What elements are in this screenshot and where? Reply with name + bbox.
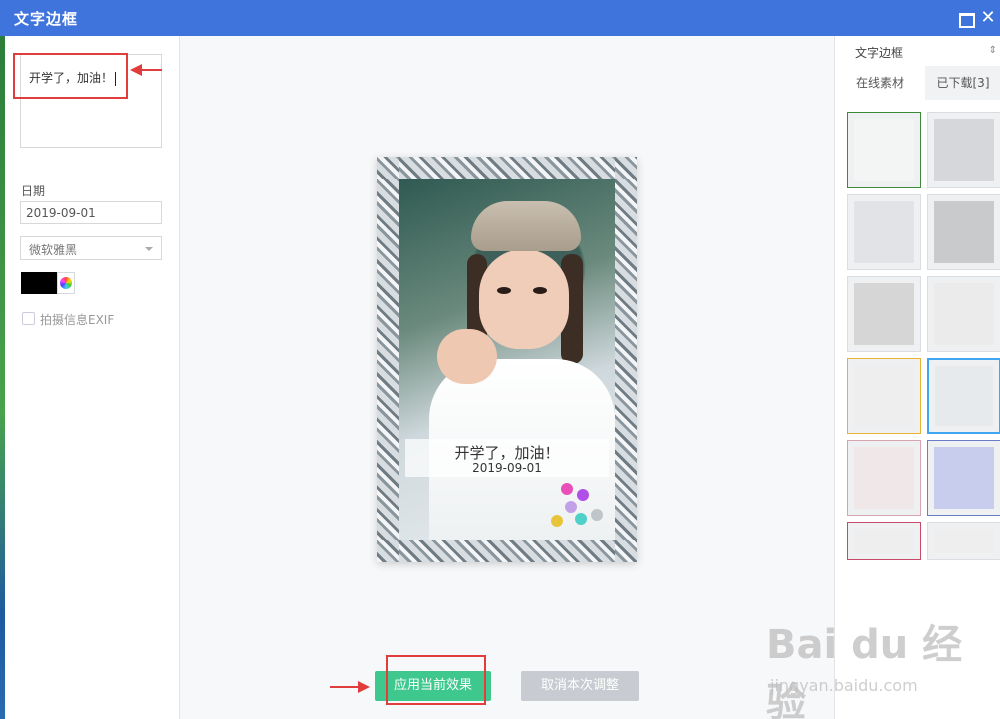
frame-thumbnail[interactable]	[927, 112, 1000, 188]
frame-thumbnail[interactable]	[847, 194, 921, 270]
gem-decoration	[551, 479, 607, 529]
settings-panel: 开学了，加油！ 日期 2019-09-01 微软雅黑 拍摄信息EXIF	[5, 36, 180, 719]
text-color-swatch[interactable]	[21, 272, 57, 294]
frame-thumbnail[interactable]	[927, 194, 1000, 270]
cancel-button[interactable]: 取消本次调整	[521, 671, 639, 701]
font-select-value: 微软雅黑	[29, 243, 78, 257]
annotation-highlight-apply	[386, 655, 486, 705]
frame-thumbnail-selected[interactable]	[927, 358, 1000, 434]
date-label: 日期	[21, 184, 46, 198]
close-icon[interactable]: ✕	[978, 8, 998, 28]
dropdown-chevron-icon	[145, 247, 153, 251]
frame-thumbnail[interactable]	[847, 276, 921, 352]
tab-online[interactable]: 在线素材	[835, 66, 925, 100]
baidu-watermark-url: jingyan.baidu.com	[770, 676, 918, 695]
baidu-watermark: Bai du 经验	[766, 622, 963, 719]
annotation-arrow-text	[130, 64, 162, 76]
frame-thumbnail[interactable]	[847, 440, 921, 516]
material-panel-header: 文字边框 ⇕	[835, 36, 1000, 66]
caption-date: 2019-09-01	[472, 461, 542, 475]
annotation-highlight-text	[13, 53, 128, 99]
font-select[interactable]: 微软雅黑	[20, 236, 162, 260]
material-panel-title: 文字边框	[855, 46, 904, 60]
frame-thumbnail[interactable]	[927, 276, 1000, 352]
tab-downloaded[interactable]: 已下载[3]	[925, 66, 1000, 100]
photo	[399, 179, 615, 540]
material-tabs: 在线素材 已下载[3]	[835, 66, 1000, 100]
title-bar: 文字边框 ✕	[0, 0, 1000, 36]
frame-thumbnail[interactable]	[847, 522, 921, 560]
date-input[interactable]: 2019-09-01	[20, 201, 162, 224]
sort-icon[interactable]: ⇕	[989, 45, 997, 56]
frame-thumbnail[interactable]	[927, 522, 1000, 560]
exif-checkbox[interactable]	[22, 312, 35, 325]
frame-thumbnail[interactable]	[847, 112, 921, 188]
frame-thumbnail[interactable]	[927, 440, 1000, 516]
caption-text: 开学了，加油！	[454, 444, 560, 462]
window-title: 文字边框	[14, 10, 79, 28]
color-wheel-icon[interactable]	[57, 272, 75, 294]
annotation-arrow-apply	[330, 681, 370, 693]
frame-thumbnail[interactable]	[847, 358, 921, 434]
maximize-icon[interactable]	[956, 8, 976, 28]
exif-label: 拍摄信息EXIF	[40, 313, 115, 327]
text-border-dialog: 文字边框 ✕ 开学了，加油！ 日期 2019-09-01 微软雅黑 拍摄信息EX…	[0, 0, 1000, 719]
preview-image: 开学了，加油！ 2019-09-01	[377, 157, 637, 562]
